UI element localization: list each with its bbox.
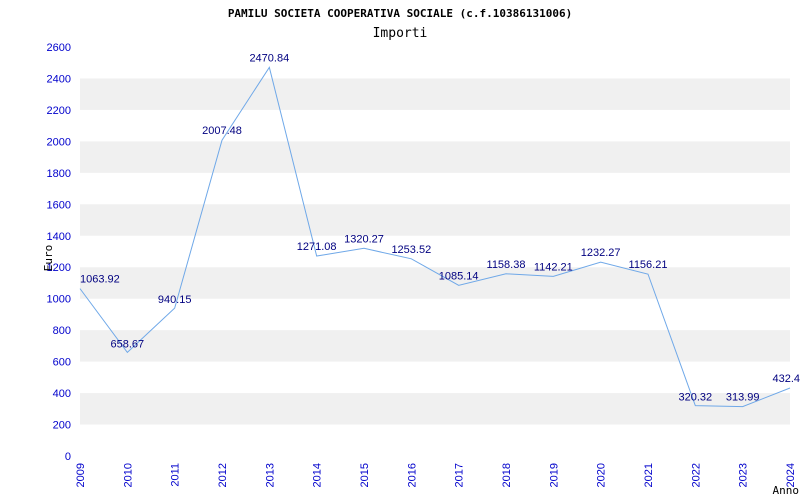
data-label: 1085.14 bbox=[439, 270, 479, 282]
data-label: 432.4 bbox=[772, 373, 800, 385]
y-tick-label: 2400 bbox=[47, 73, 71, 85]
y-tick-label: 200 bbox=[53, 420, 71, 432]
x-axis-label: Anno bbox=[773, 484, 800, 497]
x-tick-label: 2009 bbox=[75, 463, 87, 487]
x-tick-label: 2023 bbox=[738, 463, 750, 487]
data-label: 320.32 bbox=[679, 392, 713, 404]
y-axis-label: Euro bbox=[42, 245, 55, 272]
data-label: 1320.27 bbox=[344, 233, 384, 245]
data-label: 2007.48 bbox=[202, 125, 242, 137]
x-tick-label: 2021 bbox=[643, 463, 655, 487]
x-tick-label: 2015 bbox=[359, 463, 371, 487]
x-tick-label: 2018 bbox=[501, 463, 513, 487]
grid-band bbox=[80, 78, 790, 110]
y-tick-label: 1600 bbox=[47, 199, 71, 211]
chart-subtitle: Importi bbox=[373, 26, 428, 41]
data-label: 1063.92 bbox=[80, 274, 120, 286]
line-chart: PAMILU SOCIETA COOPERATIVA SOCIALE (c.f.… bbox=[42, 7, 800, 497]
data-label: 658.67 bbox=[111, 338, 145, 350]
x-tick-label: 2011 bbox=[170, 463, 182, 487]
y-tick-label: 1800 bbox=[47, 168, 71, 180]
y-tick-label: 2600 bbox=[47, 42, 71, 54]
y-tick-label: 1400 bbox=[47, 231, 71, 243]
data-label: 1142.21 bbox=[534, 261, 573, 273]
x-tick-label: 2020 bbox=[596, 463, 608, 487]
grid-band bbox=[80, 204, 790, 236]
y-tick-label: 2000 bbox=[47, 136, 71, 148]
y-tick-label: 1000 bbox=[47, 294, 71, 306]
data-label: 1253.52 bbox=[391, 244, 431, 256]
x-tick-label: 2010 bbox=[122, 463, 134, 487]
x-tick-label: 2017 bbox=[454, 463, 466, 487]
y-tick-label: 400 bbox=[53, 388, 71, 400]
x-tick-label: 2012 bbox=[217, 463, 229, 487]
x-tick-label: 2016 bbox=[406, 463, 418, 487]
x-axis-ticks: 2009 2010 2011 2012 2013 2014 2015 2016 2017 2018… bbox=[75, 463, 797, 487]
data-label: 1232.27 bbox=[581, 247, 621, 259]
x-tick-label: 2022 bbox=[690, 463, 702, 487]
chart-title: PAMILU SOCIETA COOPERATIVA SOCIALE (c.f.… bbox=[228, 7, 572, 20]
data-label: 313.99 bbox=[726, 392, 760, 404]
y-tick-label: 0 bbox=[65, 451, 71, 463]
x-tick-label: 2013 bbox=[264, 463, 276, 487]
x-tick-label: 2019 bbox=[548, 463, 560, 487]
grid-band bbox=[80, 141, 790, 173]
x-tick-label: 2014 bbox=[312, 463, 324, 487]
data-label: 2470.84 bbox=[249, 52, 289, 64]
y-tick-label: 800 bbox=[53, 325, 71, 337]
data-label: 1271.08 bbox=[297, 241, 337, 253]
data-label: 1158.38 bbox=[487, 259, 526, 271]
grid-band bbox=[80, 330, 790, 362]
y-tick-label: 600 bbox=[53, 357, 71, 369]
y-tick-label: 2200 bbox=[47, 105, 71, 117]
data-label: 940.15 bbox=[158, 294, 192, 306]
data-label: 1156.21 bbox=[629, 259, 668, 271]
